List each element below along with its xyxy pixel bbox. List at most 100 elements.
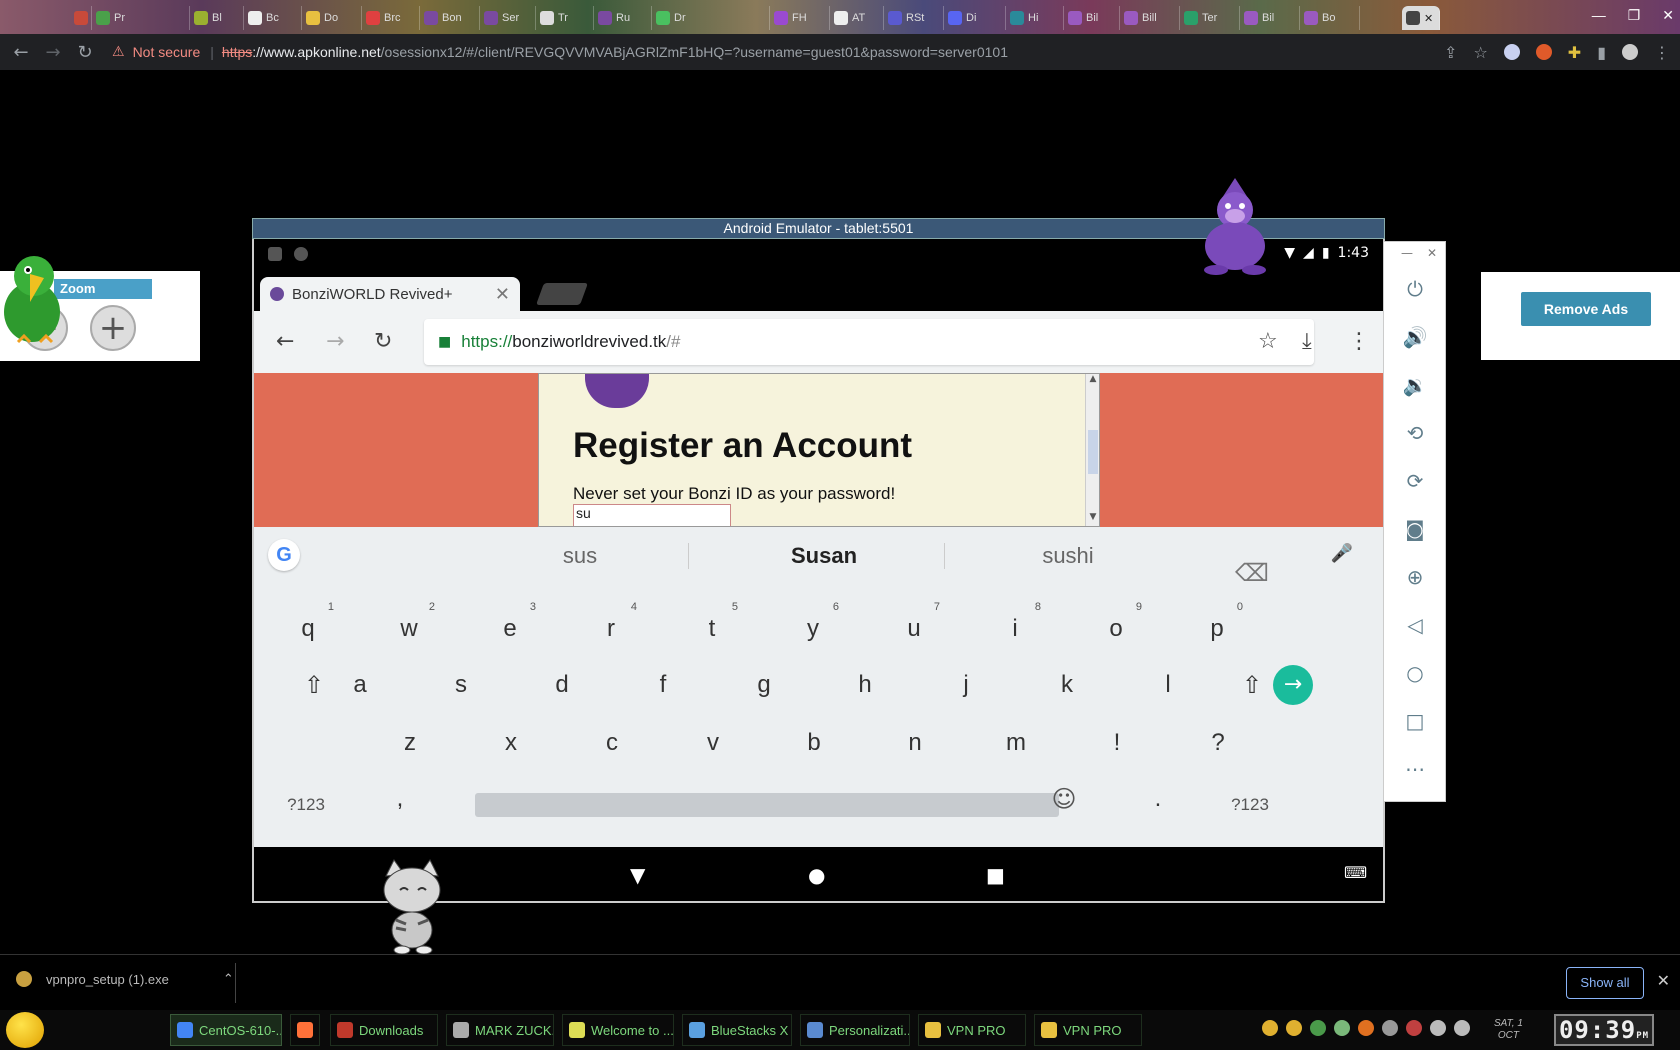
key-n[interactable]: n	[885, 723, 945, 763]
browser-tab[interactable]: Dr	[652, 6, 770, 30]
browser-tab[interactable]: Bc	[244, 6, 302, 30]
key-r[interactable]: r4	[581, 601, 641, 649]
key-y[interactable]: y6	[783, 601, 843, 649]
tray-icon[interactable]	[1310, 1020, 1326, 1036]
reload-icon[interactable]: ↻	[74, 42, 96, 63]
key-z[interactable]: z	[380, 723, 440, 763]
key-exclamation[interactable]: !	[1087, 723, 1147, 763]
search-icon[interactable]	[1358, 1020, 1374, 1036]
zoom-icon[interactable]: ⊕	[1402, 564, 1428, 590]
browser-tab[interactable]: FH	[770, 6, 830, 30]
bonzi-id-input[interactable]: su	[573, 504, 731, 526]
reload-icon[interactable]: ↻	[374, 329, 392, 354]
key-h[interactable]: h	[835, 665, 895, 705]
key-p[interactable]: p0	[1187, 601, 1247, 649]
scroll-down-icon[interactable]: ▼	[1086, 512, 1099, 526]
suggestion-3[interactable]: sushi	[948, 543, 1188, 569]
key-j[interactable]: j	[936, 665, 996, 705]
browser-tab[interactable]: Hi	[1006, 6, 1064, 30]
browser-tab[interactable]: Bill	[1120, 6, 1180, 30]
spacebar[interactable]	[475, 793, 1059, 817]
chevron-up-icon[interactable]: ⌃	[223, 972, 234, 987]
tab-close-icon[interactable]: ✕	[1424, 12, 1433, 25]
browser-tab[interactable]: Bl	[190, 6, 244, 30]
rotate-right-icon[interactable]: ⟳	[1402, 468, 1428, 494]
arrow-right-icon[interactable]: →	[42, 42, 64, 63]
taskbar-item[interactable]: Welcome to ...	[562, 1014, 674, 1046]
tray-icon[interactable]	[1286, 1020, 1302, 1036]
camera-icon[interactable]: ◙	[1402, 516, 1428, 542]
browser-tab[interactable]: Bon	[420, 6, 480, 30]
enter-arrow-icon[interactable]: →	[1273, 665, 1313, 705]
home-circle-icon[interactable]: ●	[808, 863, 825, 887]
browser-tab[interactable]: Bo	[1300, 6, 1360, 30]
google-g-icon[interactable]: G	[268, 539, 300, 571]
browser-tab[interactable]: Ru	[594, 6, 652, 30]
key-l[interactable]: l	[1138, 665, 1198, 705]
show-all-button[interactable]: Show all	[1566, 967, 1644, 999]
key-e[interactable]: e3	[480, 601, 540, 649]
remove-ads-button[interactable]: Remove Ads	[1521, 292, 1651, 326]
key-o[interactable]: o9	[1086, 601, 1146, 649]
key-q[interactable]: q1	[278, 601, 338, 649]
suggestion-1[interactable]: sus	[460, 543, 700, 569]
tab-close-icon[interactable]: ✕	[495, 284, 510, 305]
restore-icon[interactable]: ❐	[1628, 7, 1641, 24]
comma-key[interactable]: ,	[370, 779, 430, 819]
extension-icon[interactable]	[1535, 44, 1552, 60]
taskbar-item[interactable]: Downloads	[330, 1014, 438, 1046]
taskbar-item[interactable]: VPN PRO	[918, 1014, 1026, 1046]
extension-icon[interactable]	[1503, 44, 1520, 60]
flag-icon[interactable]	[1406, 1020, 1422, 1036]
arrow-left-icon[interactable]: ←	[10, 42, 32, 63]
browser-tab[interactable]: Di	[944, 6, 1006, 30]
volume-up-icon[interactable]: 🔊	[1402, 324, 1428, 350]
period-key[interactable]: .	[1128, 779, 1188, 819]
key-m[interactable]: m	[986, 723, 1046, 763]
volume-down-icon[interactable]: 🔉	[1402, 372, 1428, 398]
key-t[interactable]: t5	[682, 601, 742, 649]
close-icon[interactable]: ✕	[1657, 971, 1670, 990]
key-g[interactable]: g	[734, 665, 794, 705]
taskbar-item[interactable]: MARK ZUCK...	[446, 1014, 554, 1046]
android-chrome-tab[interactable]: BonziWORLD Revived+ ✕	[260, 277, 520, 311]
taskbar-item[interactable]	[290, 1014, 320, 1046]
tray-icon[interactable]	[1382, 1020, 1398, 1036]
key-u[interactable]: u7	[884, 601, 944, 649]
shift-icon[interactable]: ⇧	[284, 665, 344, 705]
back-triangle-icon[interactable]: ▼	[630, 863, 645, 887]
key-b[interactable]: b	[784, 723, 844, 763]
sidebar-icon[interactable]: ▮	[1597, 43, 1606, 62]
emulator-screen[interactable]: ▼ ◢ ▮ 1:43 BonziWORLD Revived+ ✕ ← → ↻ ■…	[252, 239, 1385, 903]
taskbar-item[interactable]: VPN PRO	[1034, 1014, 1142, 1046]
key-i[interactable]: i8	[985, 601, 1045, 649]
close-icon[interactable]: ✕	[1662, 7, 1674, 24]
android-address-bar[interactable]: ■ https://bonziworldrevived.tk/#	[424, 319, 1314, 365]
more-icon[interactable]: ⋯	[1402, 756, 1428, 782]
share-icon[interactable]: ⇪	[1444, 43, 1457, 62]
taskbar-item[interactable]: CentOS-610-...	[170, 1014, 282, 1046]
tray-icon[interactable]	[1262, 1020, 1278, 1036]
dialog-scrollbar[interactable]: ▲ ▼	[1085, 374, 1099, 526]
browser-tab-active[interactable]: ✕	[1402, 6, 1440, 30]
browser-tab[interactable]: Pr	[92, 6, 190, 30]
minimize-icon[interactable]: —	[1592, 7, 1606, 23]
keyboard-icon[interactable]: ⌨	[1344, 863, 1367, 882]
address-bar[interactable]: ⚠ Not secure | https://www.apkonline.net…	[112, 38, 1452, 66]
profile-avatar-icon[interactable]	[1622, 44, 1638, 60]
key-s[interactable]: s	[431, 665, 491, 705]
backspace-icon[interactable]: ⌫	[1222, 553, 1282, 593]
close-icon[interactable]: ✕	[1427, 246, 1437, 260]
back-arrow-icon[interactable]: ←	[276, 329, 294, 354]
tray-icon[interactable]	[1334, 1020, 1350, 1036]
scroll-thumb[interactable]	[1088, 430, 1098, 474]
symbols-key[interactable]: ?123	[1220, 785, 1280, 825]
zoom-in-button[interactable]: +	[90, 305, 136, 351]
overview-icon[interactable]: □	[1402, 708, 1428, 734]
key-c[interactable]: c	[582, 723, 642, 763]
browser-tab[interactable]: Ter	[1180, 6, 1240, 30]
key-w[interactable]: w2	[379, 601, 439, 649]
start-button[interactable]	[6, 1012, 44, 1048]
browser-tab[interactable]: AT	[830, 6, 884, 30]
key-question[interactable]: ?	[1188, 723, 1248, 763]
